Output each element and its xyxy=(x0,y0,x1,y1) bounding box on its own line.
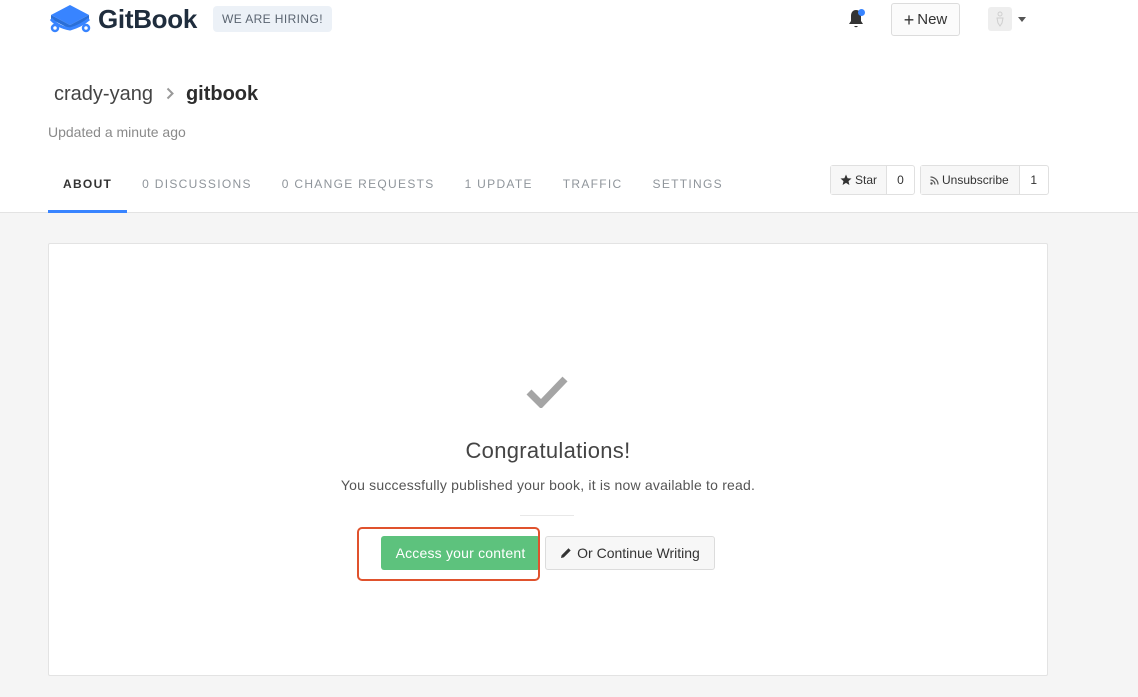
gitbook-logo[interactable]: GitBook xyxy=(48,3,197,35)
tab-change-requests[interactable]: 0 CHANGE REQUESTS xyxy=(282,165,435,213)
divider xyxy=(520,515,574,516)
plus-icon: + xyxy=(903,9,915,30)
chevron-right-icon xyxy=(166,84,174,105)
avatar-figure-icon xyxy=(996,11,1004,27)
checkmark-icon xyxy=(526,376,568,408)
unsubscribe-label: Unsubscribe xyxy=(942,173,1009,187)
notification-dot xyxy=(858,9,865,16)
success-message: You successfully published your book, it… xyxy=(340,477,756,493)
star-count: 0 xyxy=(897,173,904,187)
continue-writing-button[interactable]: Or Continue Writing xyxy=(545,536,715,570)
success-title: Congratulations! xyxy=(465,438,631,463)
star-label: Star xyxy=(855,173,878,187)
subscriber-count: 1 xyxy=(1030,173,1038,187)
rss-icon xyxy=(930,175,939,185)
star-group: Star 0 xyxy=(830,165,916,195)
access-content-button[interactable]: Access your content xyxy=(381,536,540,570)
breadcrumb-book[interactable]: gitbook xyxy=(186,83,258,106)
pencil-icon xyxy=(561,548,571,558)
hiring-badge[interactable]: WE ARE HIRING! xyxy=(213,6,332,32)
unsubscribe-button[interactable]: Unsubscribe xyxy=(921,166,1020,194)
star-button[interactable]: Star xyxy=(831,166,888,194)
tab-traffic[interactable]: TRAFFIC xyxy=(563,165,623,213)
star-icon xyxy=(840,174,852,185)
tab-about[interactable]: ABOUT xyxy=(48,165,128,213)
caret-down-icon[interactable] xyxy=(1018,17,1026,22)
user-avatar-icon[interactable] xyxy=(988,7,1012,31)
continue-writing-label: Or Continue Writing xyxy=(577,545,700,561)
brand-name: GitBook xyxy=(98,3,198,34)
updated-timestamp: Updated a minute ago xyxy=(48,124,186,140)
unsubscribe-group: Unsubscribe 1 xyxy=(920,165,1049,195)
book-tabs: ABOUT 0 DISCUSSIONS 0 CHANGE REQUESTS 1 … xyxy=(48,165,753,213)
tab-updates[interactable]: 1 UPDATE xyxy=(465,165,533,213)
new-button[interactable]: + New xyxy=(891,3,960,36)
breadcrumb: crady-yang gitbook xyxy=(54,83,258,106)
breadcrumb-owner[interactable]: crady-yang xyxy=(54,83,153,106)
tab-discussions[interactable]: 0 DISCUSSIONS xyxy=(142,165,252,213)
tab-settings[interactable]: SETTINGS xyxy=(653,165,723,213)
new-button-label: New xyxy=(917,11,948,28)
gitbook-logo-icon xyxy=(49,5,91,33)
